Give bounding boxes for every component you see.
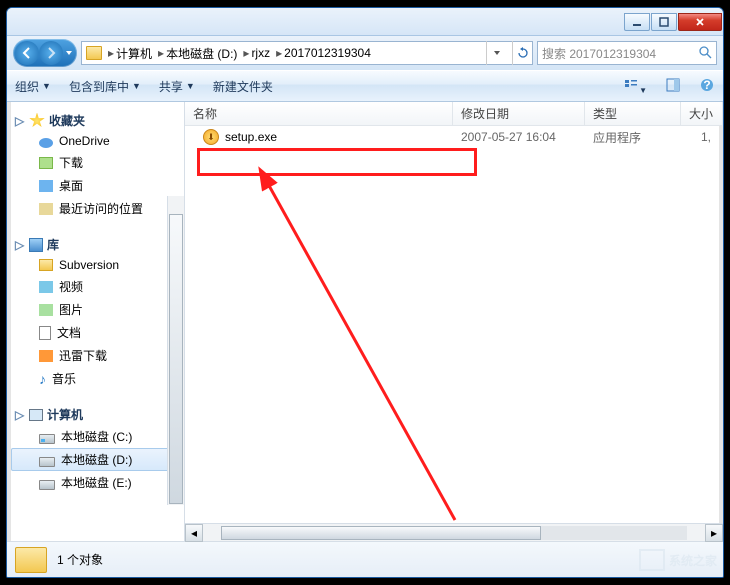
breadcrumb-drive[interactable]: ▸本地磁盘 (D:) [158,45,237,62]
downloads-icon [39,157,53,169]
sidebar-item-documents[interactable]: 文档 [11,321,180,344]
sidebar-item-recent[interactable]: 最近访问的位置 [11,197,180,220]
column-headers: 名称 修改日期 类型 大小 [185,102,723,126]
sidebar-scrollbar[interactable] [167,196,184,505]
sidebar-item-drive-c[interactable]: 本地磁盘 (C:) [11,425,180,448]
scroll-right-button[interactable]: ▸ [705,524,723,542]
column-date[interactable]: 修改日期 [453,102,585,125]
computer-icon [29,409,43,421]
file-row[interactable]: setup.exe 2007-05-27 16:04 应用程序 1, [185,126,723,148]
search-placeholder: 搜索 2017012319304 [542,45,656,62]
help-button[interactable]: ? [699,77,715,96]
forward-button[interactable] [39,41,63,65]
recent-icon [39,203,53,215]
sidebar-item-video[interactable]: 视频 [11,275,180,298]
column-size[interactable]: 大小 [681,102,723,125]
preview-pane-button[interactable] [665,77,681,96]
file-rows[interactable]: setup.exe 2007-05-27 16:04 应用程序 1, [185,126,723,523]
column-type[interactable]: 类型 [585,102,681,125]
video-icon [39,281,53,293]
thunder-icon [39,350,53,362]
breadcrumb-folder2[interactable]: ▸2017012319304 [276,46,371,60]
file-type: 应用程序 [585,129,681,146]
cloud-icon [39,138,53,148]
file-date: 2007-05-27 16:04 [453,130,585,144]
status-text: 1 个对象 [57,551,103,568]
folder-icon [15,547,47,573]
sidebar-item-onedrive[interactable]: OneDrive [11,131,180,151]
desktop-icon [39,180,53,192]
file-size: 1, [681,130,723,144]
include-in-library-button[interactable]: 包含到库中▼ [69,78,141,95]
back-button[interactable] [15,41,39,65]
view-options-button[interactable]: ▼ [623,77,647,96]
search-input[interactable]: 搜索 2017012319304 [537,41,717,65]
explorer-window: ▸计算机 ▸本地磁盘 (D:) ▸rjxz ▸2017012319304 搜索 … [6,7,724,578]
exe-icon [203,129,219,145]
svg-text:?: ? [703,78,710,92]
sidebar-group-libraries[interactable]: ▷库 [11,234,180,255]
maximize-button[interactable] [651,13,677,31]
annotation-highlight-box [197,148,477,176]
folder-icon [86,46,102,60]
organize-button[interactable]: 组织▼ [15,78,51,95]
status-bar: 1 个对象 [7,541,723,577]
new-folder-button[interactable]: 新建文件夹 [213,78,273,95]
address-dropdown[interactable] [486,41,506,65]
annotation-arrow [245,170,505,533]
scrollbar-thumb[interactable] [169,214,183,504]
sidebar-item-downloads[interactable]: 下载 [11,151,180,174]
music-icon: ♪ [39,371,46,387]
folder-icon [39,259,53,271]
drive-icon [39,434,55,444]
sidebar-item-thunder[interactable]: 迅雷下载 [11,344,180,367]
refresh-button[interactable] [512,41,532,65]
sidebar: ▷收藏夹 OneDrive 下载 桌面 最近访问的位置 ▷库 Subversio… [7,102,185,541]
nav-history-dropdown[interactable] [63,41,75,65]
close-button[interactable] [678,13,722,31]
document-icon [39,326,51,340]
breadcrumb-computer[interactable]: ▸计算机 [108,45,152,62]
sidebar-group-computer[interactable]: ▷计算机 [11,404,180,425]
file-name: setup.exe [225,130,277,144]
library-icon [29,238,43,252]
star-icon [29,113,45,129]
pictures-icon [39,304,53,316]
scrollbar-thumb[interactable] [221,526,541,540]
sidebar-item-pictures[interactable]: 图片 [11,298,180,321]
drive-icon [39,480,55,490]
sidebar-item-drive-e[interactable]: 本地磁盘 (E:) [11,471,180,494]
search-icon [698,45,712,62]
drive-icon [39,457,55,467]
sidebar-item-drive-d[interactable]: 本地磁盘 (D:) [11,448,180,471]
share-button[interactable]: 共享▼ [159,78,195,95]
address-bar[interactable]: ▸计算机 ▸本地磁盘 (D:) ▸rjxz ▸2017012319304 [81,41,533,65]
column-name[interactable]: 名称 [185,102,453,125]
main-area: ▷收藏夹 OneDrive 下载 桌面 最近访问的位置 ▷库 Subversio… [7,102,723,541]
sidebar-item-subversion[interactable]: Subversion [11,255,180,275]
scroll-left-button[interactable]: ◂ [185,524,203,542]
sidebar-group-favorites[interactable]: ▷收藏夹 [11,110,180,131]
sidebar-item-desktop[interactable]: 桌面 [11,174,180,197]
breadcrumb-folder1[interactable]: ▸rjxz [243,46,270,60]
titlebar[interactable] [7,8,723,36]
address-row: ▸计算机 ▸本地磁盘 (D:) ▸rjxz ▸2017012319304 搜索 … [7,36,723,70]
horizontal-scrollbar[interactable]: ◂ ▸ [185,523,723,541]
minimize-button[interactable] [624,13,650,31]
toolbar: 组织▼ 包含到库中▼ 共享▼ 新建文件夹 ▼ ? [7,70,723,102]
nav-buttons [13,39,77,67]
file-list-area: 名称 修改日期 类型 大小 setup.exe 2007-05-27 16:04… [185,102,723,541]
sidebar-item-music[interactable]: ♪音乐 [11,367,180,390]
